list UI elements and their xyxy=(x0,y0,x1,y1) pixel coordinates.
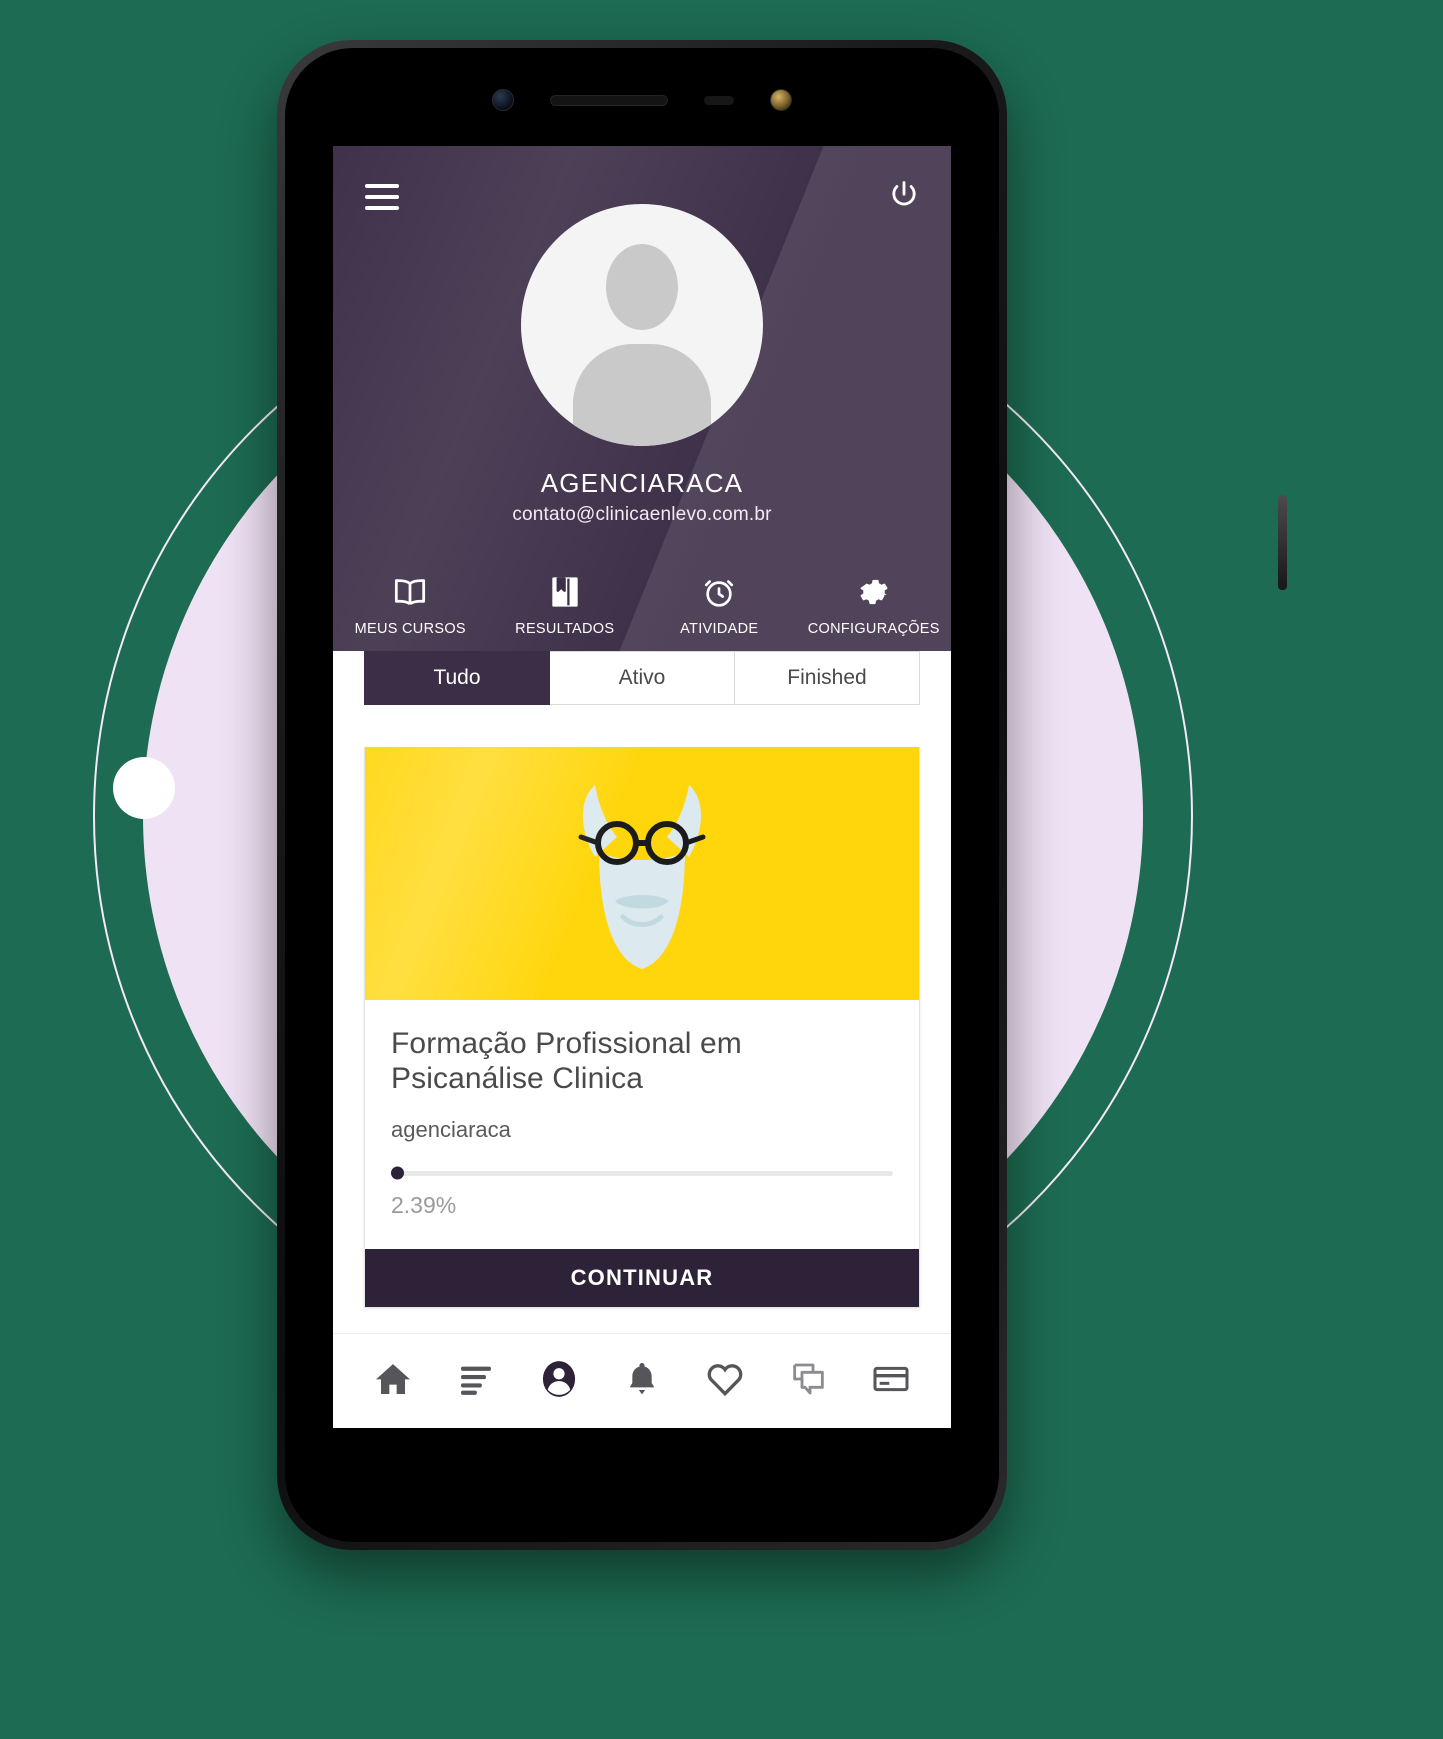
header-nav-item-atividade[interactable]: ATIVIDADE xyxy=(642,573,797,637)
profile-header: AGENCIARACA contato@clinicaenlevo.com.br xyxy=(333,146,951,651)
course-thumbnail xyxy=(365,747,919,1000)
avatar[interactable] xyxy=(521,204,763,446)
course-progress: 2.39% xyxy=(391,1166,893,1219)
halo-accent-dot xyxy=(113,757,175,819)
front-camera-icon xyxy=(492,89,514,111)
bottom-nav-messages[interactable] xyxy=(767,1359,850,1404)
course-author: agenciaraca xyxy=(391,1116,511,1142)
course-card[interactable]: Formação Profissional em Psicanálise Cli… xyxy=(364,747,920,1308)
course-list[interactable]: Formação Profissional em Psicanálise Cli… xyxy=(333,705,951,1333)
heart-icon xyxy=(704,1358,746,1405)
bottom-nav-list[interactable] xyxy=(434,1359,517,1404)
continue-button[interactable]: CONTINUAR xyxy=(365,1248,919,1307)
bottom-nav-favorites[interactable] xyxy=(684,1358,767,1405)
header-nav-item-configuracoes[interactable]: CONFIGURAÇÕES xyxy=(797,573,952,637)
profile-email: contato@clinicaenlevo.com.br xyxy=(512,504,772,525)
phone-bezel: AGENCIARACA contato@clinicaenlevo.com.br xyxy=(285,48,999,1542)
bottom-navigation-bar xyxy=(333,1333,951,1428)
chat-bubbles-icon xyxy=(788,1359,828,1404)
header-nav-label: ATIVIDADE xyxy=(680,621,759,637)
header-nav-item-resultados[interactable]: RESULTADOS xyxy=(488,573,643,637)
hamburger-menu-icon[interactable] xyxy=(359,174,405,220)
filter-tabs: Tudo Ativo Finished xyxy=(333,651,951,705)
gear-icon xyxy=(856,573,892,611)
phone-device-frame: AGENCIARACA contato@clinicaenlevo.com.br xyxy=(277,40,1287,1550)
tab-label: Tudo xyxy=(433,666,481,689)
progress-percent-label: 2.39% xyxy=(391,1191,457,1218)
tab-finished[interactable]: Finished xyxy=(735,651,920,705)
phone-side-button-power[interactable] xyxy=(1278,495,1287,590)
phone-bottom-chin xyxy=(291,1428,993,1538)
header-nav: MEUS CURSOS RESULTADOS ATIVIDADE CONFIGU… xyxy=(333,573,951,637)
bottom-nav-payments[interactable] xyxy=(850,1359,933,1404)
tab-label: Finished xyxy=(787,666,867,689)
header-nav-item-meus-cursos[interactable]: MEUS CURSOS xyxy=(333,573,488,637)
power-icon[interactable] xyxy=(881,172,927,218)
page-title: AGENCIARACA xyxy=(540,468,744,498)
course-card-body: Formação Profissional em Psicanálise Cli… xyxy=(365,1000,919,1249)
phone-top-sensors xyxy=(291,54,993,146)
list-lines-icon xyxy=(456,1359,496,1404)
open-book-icon xyxy=(392,573,428,611)
bell-icon xyxy=(622,1359,662,1404)
page-root: AGENCIARACA contato@clinicaenlevo.com.br xyxy=(0,0,1443,1739)
bookmark-book-icon xyxy=(549,573,581,611)
course-title: Formação Profissional em Psicanálise Cli… xyxy=(391,1027,742,1096)
earpiece-speaker xyxy=(550,94,668,106)
avatar-body-shape xyxy=(573,344,711,446)
phone-screen: AGENCIARACA contato@clinicaenlevo.com.br xyxy=(333,146,951,1428)
avatar-head-shape xyxy=(606,244,678,330)
tab-tudo[interactable]: Tudo xyxy=(364,651,550,705)
header-nav-label: CONFIGURAÇÕES xyxy=(807,621,940,637)
alarm-clock-icon xyxy=(702,573,736,611)
tab-label: Ativo xyxy=(618,666,666,689)
home-icon xyxy=(373,1359,413,1404)
progress-bar-track xyxy=(391,1166,893,1180)
light-sensor-icon xyxy=(770,89,792,111)
progress-bar-fill xyxy=(391,1166,404,1180)
credit-card-icon xyxy=(871,1359,911,1404)
tab-ativo[interactable]: Ativo xyxy=(550,651,735,705)
user-profile-icon xyxy=(538,1358,580,1405)
proximity-sensor xyxy=(704,95,734,105)
bottom-nav-home[interactable] xyxy=(351,1359,434,1404)
bottom-nav-profile[interactable] xyxy=(517,1358,600,1405)
bottom-nav-notifications[interactable] xyxy=(600,1359,683,1404)
header-nav-label: RESULTADOS xyxy=(515,621,615,637)
header-nav-label: MEUS CURSOS xyxy=(354,621,466,637)
